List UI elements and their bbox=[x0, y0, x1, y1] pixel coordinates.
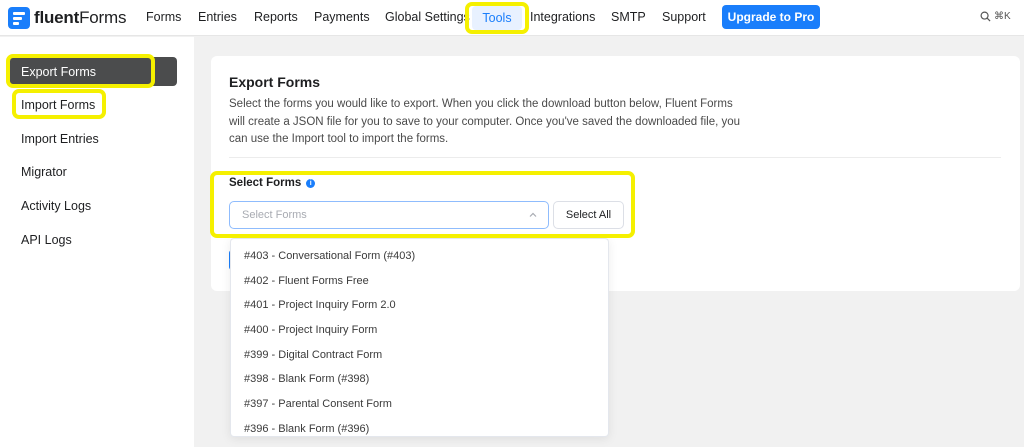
export-description: Select the forms you would like to expor… bbox=[229, 98, 741, 145]
nav-smtp[interactable]: SMTP bbox=[611, 10, 646, 24]
nav-global-settings[interactable]: Global Settings bbox=[385, 10, 470, 24]
nav-integrations[interactable]: Integrations bbox=[530, 10, 595, 24]
dropdown-option[interactable]: #403 - Conversational Form (#403) bbox=[244, 250, 415, 262]
dropdown-option[interactable]: #401 - Project Inquiry Form 2.0 bbox=[244, 299, 396, 311]
dropdown-option[interactable]: #399 - Digital Contract Form bbox=[244, 349, 382, 361]
dropdown-option[interactable]: #402 - Fluent Forms Free bbox=[244, 275, 369, 287]
select-forms-dropdown: #403 - Conversational Form (#403) #402 -… bbox=[230, 238, 609, 437]
highlight-export-forms bbox=[6, 54, 155, 88]
global-search-shortcut[interactable]: ⌘K bbox=[980, 11, 1011, 22]
nav-reports[interactable]: Reports bbox=[254, 10, 298, 24]
sidebar-item-activity-logs[interactable]: Activity Logs bbox=[21, 199, 91, 213]
nav-forms[interactable]: Forms bbox=[146, 10, 181, 24]
logo-text: fluentForms bbox=[34, 8, 127, 27]
dropdown-option[interactable]: #396 - Blank Form (#396) bbox=[244, 423, 369, 435]
search-icon bbox=[980, 11, 991, 22]
highlight-import-forms bbox=[12, 89, 106, 119]
divider bbox=[229, 157, 1001, 158]
nav-entries[interactable]: Entries bbox=[198, 10, 237, 24]
page-title: Export Forms bbox=[229, 74, 321, 90]
dropdown-option[interactable]: #397 - Parental Consent Form bbox=[244, 398, 392, 410]
dropdown-option[interactable]: #398 - Blank Form (#398) bbox=[244, 373, 369, 385]
nav-payments[interactable]: Payments bbox=[314, 10, 370, 24]
upgrade-to-pro-button[interactable]: Upgrade to Pro bbox=[722, 5, 820, 29]
logo[interactable]: fluentForms bbox=[8, 7, 126, 29]
sidebar-item-api-logs[interactable]: API Logs bbox=[21, 233, 72, 247]
highlight-select-forms bbox=[210, 171, 635, 238]
sidebar-item-import-entries[interactable]: Import Entries bbox=[21, 132, 99, 146]
shortcut-label: ⌘K bbox=[994, 11, 1011, 22]
sidebar-item-migrator[interactable]: Migrator bbox=[21, 165, 67, 179]
dropdown-option[interactable]: #400 - Project Inquiry Form bbox=[244, 324, 377, 336]
nav-support[interactable]: Support bbox=[662, 10, 706, 24]
highlight-tools bbox=[465, 2, 529, 34]
fluent-forms-logo-icon bbox=[8, 7, 30, 29]
